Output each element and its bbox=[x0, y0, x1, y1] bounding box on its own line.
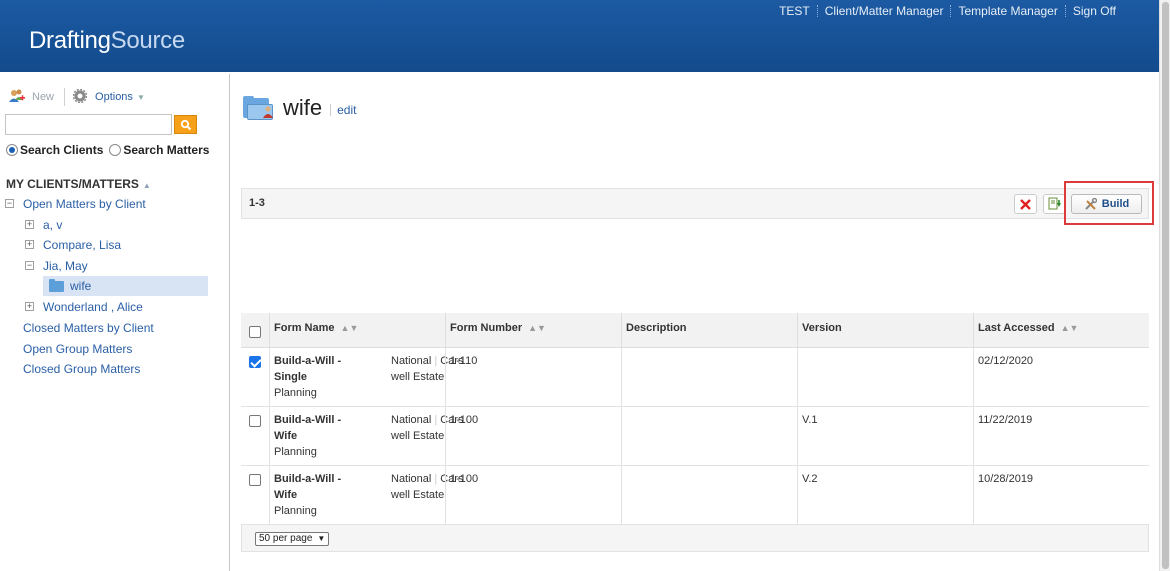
options-menu[interactable]: Options bbox=[95, 91, 133, 103]
row-checkbox[interactable] bbox=[249, 415, 261, 427]
expand-toggle[interactable]: + bbox=[25, 220, 34, 229]
tree-client-a-v[interactable]: a, v bbox=[43, 215, 62, 235]
version-cell: V.1 bbox=[797, 407, 973, 465]
search-icon bbox=[180, 119, 191, 130]
form-number-cell: 1-110 bbox=[445, 348, 621, 406]
table-row[interactable]: Build-a-Will - Single Planning National | Ca… bbox=[241, 348, 1149, 407]
tree-matter-label: wife bbox=[70, 279, 92, 293]
logo: DraftingSource bbox=[29, 27, 185, 54]
last-accessed-cell: 11/22/2019 bbox=[973, 407, 1149, 465]
radio-search-matters[interactable] bbox=[109, 144, 122, 156]
search-input[interactable] bbox=[5, 114, 172, 135]
tree-client-jia-may[interactable]: Jia, May bbox=[43, 256, 88, 276]
tree-closed-matters-by-client[interactable]: Closed Matters by Client bbox=[23, 318, 154, 338]
close-icon bbox=[1020, 198, 1031, 210]
sort-icon[interactable]: ▲▼ bbox=[528, 323, 546, 333]
tree-client-wonderland-alice[interactable]: Wonderland , Alice bbox=[43, 297, 143, 317]
folder-icon bbox=[49, 279, 64, 292]
version-cell: V.2 bbox=[797, 466, 973, 524]
collapse-toggle[interactable]: − bbox=[25, 261, 34, 270]
nav-client-matter-manager[interactable]: Client/Matter Manager bbox=[818, 5, 952, 17]
version-cell bbox=[797, 348, 973, 406]
build-highlight-box bbox=[1064, 181, 1154, 225]
new-button[interactable]: New bbox=[32, 91, 54, 103]
form-name-cell[interactable]: Build-a-Will - Single Planning National | Ca… bbox=[269, 348, 463, 406]
app-header: DraftingSource TEST Client/Matter Manage… bbox=[0, 0, 1159, 72]
search-scope: Search Clients Search Matters bbox=[6, 143, 209, 157]
results-toolbar: 1-3 Build bbox=[241, 188, 1149, 219]
nav-test[interactable]: TEST bbox=[772, 5, 818, 17]
radio-search-matters-label[interactable]: Search Matters bbox=[123, 143, 209, 157]
form-number-cell: 1-100 bbox=[445, 466, 621, 524]
sort-icon[interactable]: ▲▼ bbox=[1061, 323, 1079, 333]
tree-closed-group-matters[interactable]: Closed Group Matters bbox=[23, 359, 140, 379]
col-form-number[interactable]: Form Number ▲▼ bbox=[445, 313, 621, 348]
title-divider bbox=[330, 104, 332, 116]
sidebar-toolbar: New Options ▼ bbox=[8, 88, 145, 106]
tree-open-matters-by-client[interactable]: Open Matters by Client bbox=[23, 194, 146, 214]
table-row[interactable]: Build-a-Will - Wife Planning National | Cars… bbox=[241, 407, 1149, 466]
client-folder-icon bbox=[243, 96, 275, 120]
last-accessed-cell: 10/28/2019 bbox=[973, 466, 1149, 524]
result-count: 1-3 bbox=[249, 197, 265, 209]
col-description: Description bbox=[621, 313, 797, 348]
table-header: Form Name ▲▼ Form Number ▲▼ Description Ve… bbox=[241, 313, 1149, 348]
sidebar: New Options ▼ Search Clients Search Matte… bbox=[0, 74, 230, 571]
form-name-cell[interactable]: Build-a-Will - Wife Planning National | Cars… bbox=[269, 407, 463, 465]
collapse-toggle[interactable]: − bbox=[5, 199, 14, 208]
sort-icon[interactable]: ▲▼ bbox=[341, 323, 359, 333]
tree-open-group-matters[interactable]: Open Group Matters bbox=[23, 339, 132, 359]
gear-icon[interactable] bbox=[72, 88, 88, 106]
col-version: Version bbox=[797, 313, 973, 348]
download-icon bbox=[1048, 197, 1061, 210]
per-page-select[interactable]: 50 per page ▼ bbox=[255, 532, 330, 546]
collapse-up-icon[interactable]: ▲ bbox=[143, 181, 151, 190]
form-name-cell[interactable]: Build-a-Will - Wife Planning National | Cars… bbox=[269, 466, 463, 524]
scrollbar-thumb[interactable] bbox=[1162, 2, 1169, 569]
search-button[interactable] bbox=[174, 115, 197, 134]
radio-search-clients-label[interactable]: Search Clients bbox=[20, 143, 103, 157]
chevron-down-icon[interactable]: ▼ bbox=[137, 93, 145, 102]
tree-client-compare-lisa[interactable]: Compare, Lisa bbox=[43, 235, 121, 255]
table-row[interactable]: Build-a-Will - Wife Planning National | Cars… bbox=[241, 466, 1149, 525]
add-users-icon[interactable] bbox=[8, 88, 26, 107]
section-title[interactable]: MY CLIENTS/MATTERS ▲ bbox=[6, 177, 151, 191]
row-checkbox[interactable] bbox=[249, 356, 261, 368]
description-cell bbox=[621, 466, 797, 524]
edit-link[interactable]: edit bbox=[337, 103, 356, 117]
matter-title-row: wife edit bbox=[243, 95, 356, 121]
col-form-name[interactable]: Form Name ▲▼ bbox=[269, 313, 446, 348]
select-all-checkbox[interactable] bbox=[249, 326, 261, 338]
col-last-accessed[interactable]: Last Accessed ▲▼ bbox=[973, 313, 1149, 348]
top-nav: TEST Client/Matter Manager Template Mana… bbox=[772, 5, 1123, 17]
expand-toggle[interactable]: + bbox=[25, 240, 34, 249]
expand-toggle[interactable]: + bbox=[25, 302, 34, 311]
delete-button[interactable] bbox=[1014, 194, 1037, 214]
radio-search-clients[interactable] bbox=[6, 144, 18, 156]
row-checkbox[interactable] bbox=[249, 474, 261, 486]
chevron-down-icon: ▼ bbox=[317, 534, 326, 543]
nav-template-manager[interactable]: Template Manager bbox=[951, 5, 1066, 17]
tree-matter-wife[interactable]: wife bbox=[43, 276, 208, 296]
table-footer: 50 per page ▼ bbox=[241, 524, 1149, 552]
download-button[interactable] bbox=[1043, 194, 1066, 214]
form-number-cell: 1-100 bbox=[445, 407, 621, 465]
page-title: wife bbox=[283, 95, 323, 120]
description-cell bbox=[621, 407, 797, 465]
page-scrollbar[interactable] bbox=[1159, 0, 1170, 571]
last-accessed-cell: 02/12/2020 bbox=[973, 348, 1149, 406]
description-cell bbox=[621, 348, 797, 406]
nav-sign-off[interactable]: Sign Off bbox=[1066, 5, 1123, 17]
toolbar-divider bbox=[64, 88, 66, 106]
